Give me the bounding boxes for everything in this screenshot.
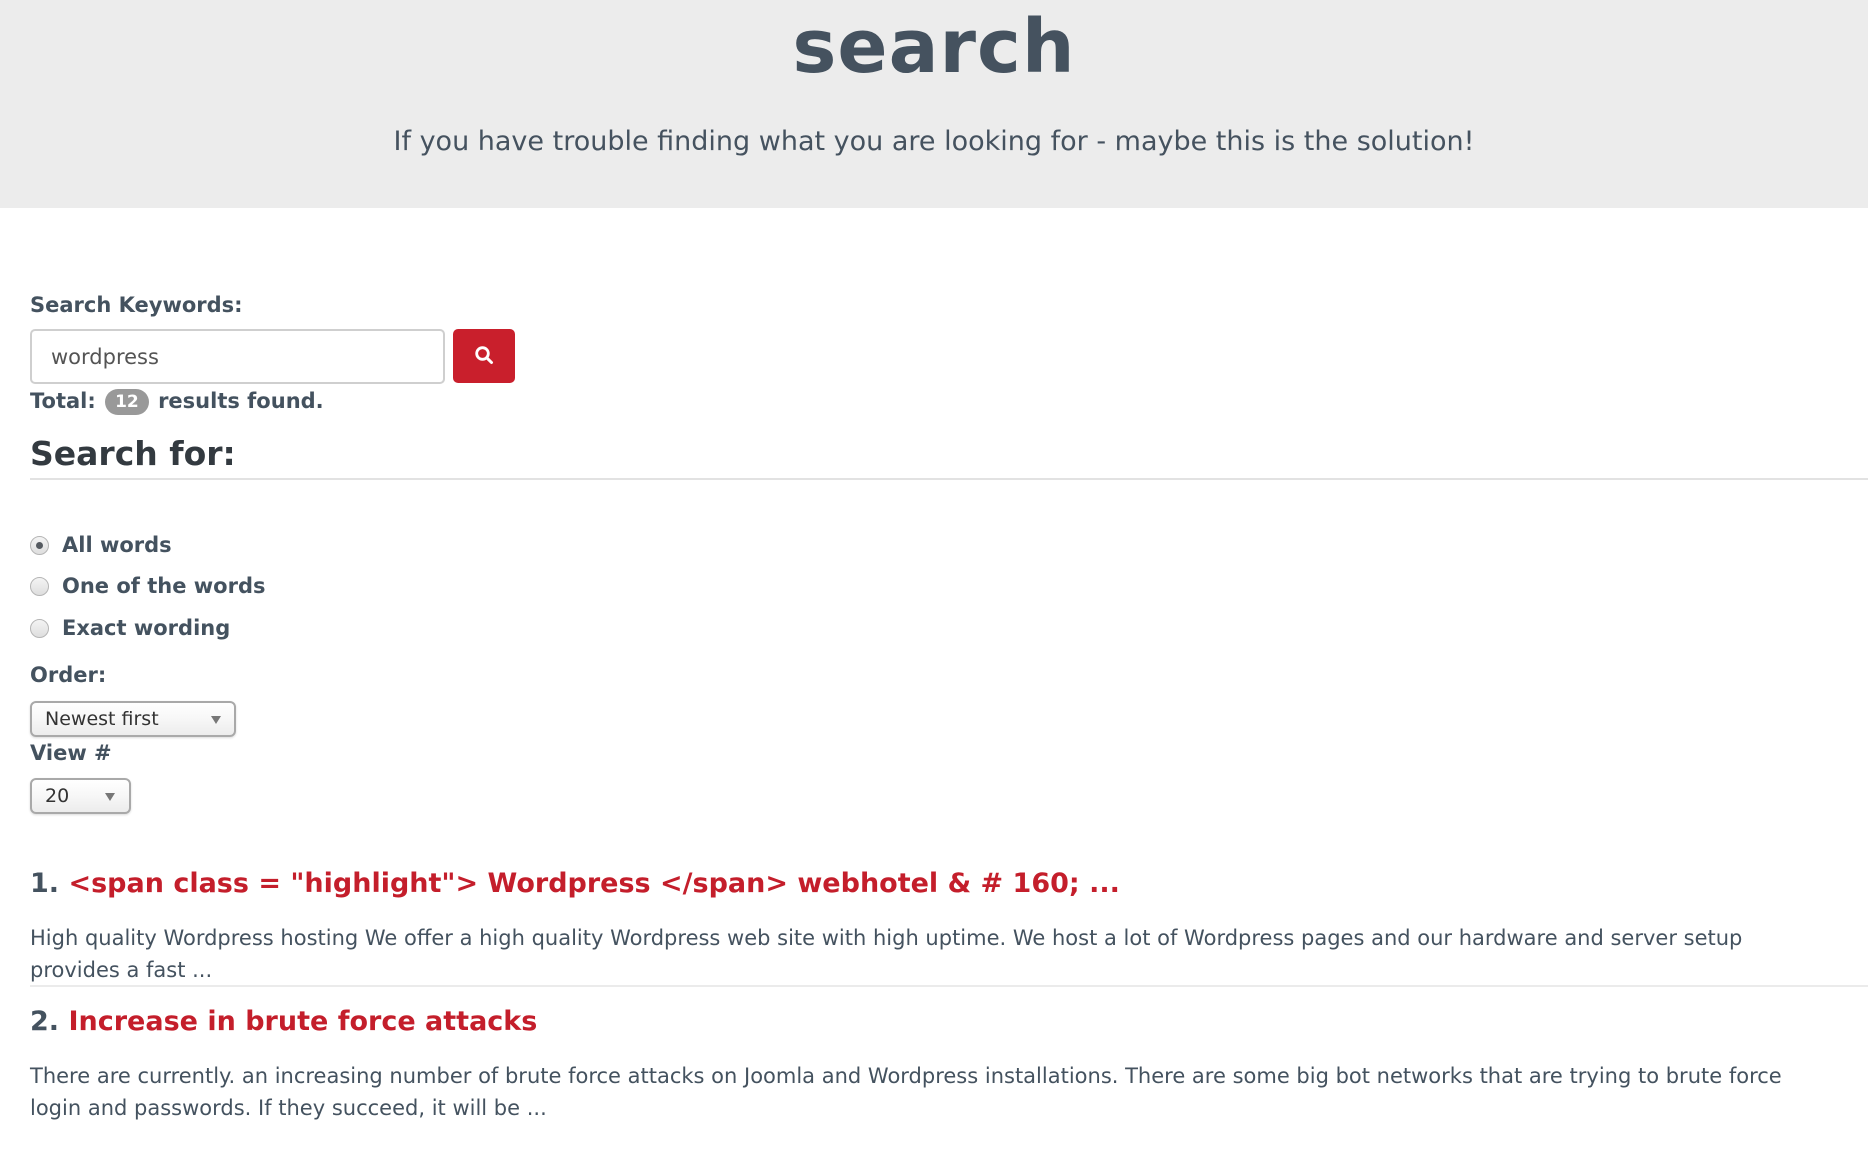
dropdown-arrow-icon <box>105 793 115 801</box>
result-link[interactable]: Increase in brute force attacks <box>68 1006 537 1037</box>
result-description: There are currently. an increasing numbe… <box>30 1064 1782 1120</box>
results-total: Total: 12 results found. <box>30 385 324 417</box>
view-count-label: View # <box>30 741 112 765</box>
result-description: High quality Wordpress hosting We offer … <box>30 926 1743 982</box>
result-number: 1. <box>30 868 60 899</box>
result-divider <box>30 985 1868 987</box>
order-selected-value: Newest first <box>45 708 159 730</box>
radio-button[interactable] <box>30 535 49 555</box>
order-label: Order: <box>30 663 107 687</box>
search-for-heading: Search for: <box>30 434 236 473</box>
order-select[interactable]: Newest first <box>30 701 236 737</box>
radio-all-words[interactable]: All words <box>30 530 172 560</box>
radio-button[interactable] <box>30 576 49 596</box>
view-selected-value: 20 <box>45 785 70 807</box>
results-count-badge: 12 <box>105 389 149 415</box>
result-item: 1. <span class = "highlight"> Wordpress … <box>30 864 1868 986</box>
total-suffix: results found. <box>158 389 324 413</box>
radio-label[interactable]: All words <box>62 530 172 560</box>
result-number: 2. <box>30 1006 60 1037</box>
dropdown-arrow-icon <box>211 716 221 724</box>
total-prefix: Total: <box>30 389 96 413</box>
section-divider <box>30 478 1868 480</box>
search-keywords-label: Search Keywords: <box>30 293 243 317</box>
search-button[interactable] <box>453 329 515 383</box>
page-subtitle: If you have trouble finding what you are… <box>393 126 1475 157</box>
search-input[interactable] <box>30 329 445 384</box>
radio-one-of-the-words[interactable]: One of the words <box>30 571 266 601</box>
result-title: 1. <span class = "highlight"> Wordpress … <box>30 864 1868 904</box>
result-title: 2. Increase in brute force attacks <box>30 1002 1868 1042</box>
radio-label[interactable]: One of the words <box>62 571 266 601</box>
page-title: search <box>792 4 1076 90</box>
result-item: 2. Increase in brute force attacks There… <box>30 1002 1868 1124</box>
page-header: search If you have trouble finding what … <box>0 0 1868 208</box>
radio-label[interactable]: Exact wording <box>62 613 230 643</box>
view-count-select[interactable]: 20 <box>30 778 131 814</box>
result-link[interactable]: <span class = "highlight"> Wordpress </s… <box>68 868 1119 899</box>
radio-button[interactable] <box>30 618 49 638</box>
radio-exact-wording[interactable]: Exact wording <box>30 613 230 643</box>
search-icon <box>474 345 494 368</box>
